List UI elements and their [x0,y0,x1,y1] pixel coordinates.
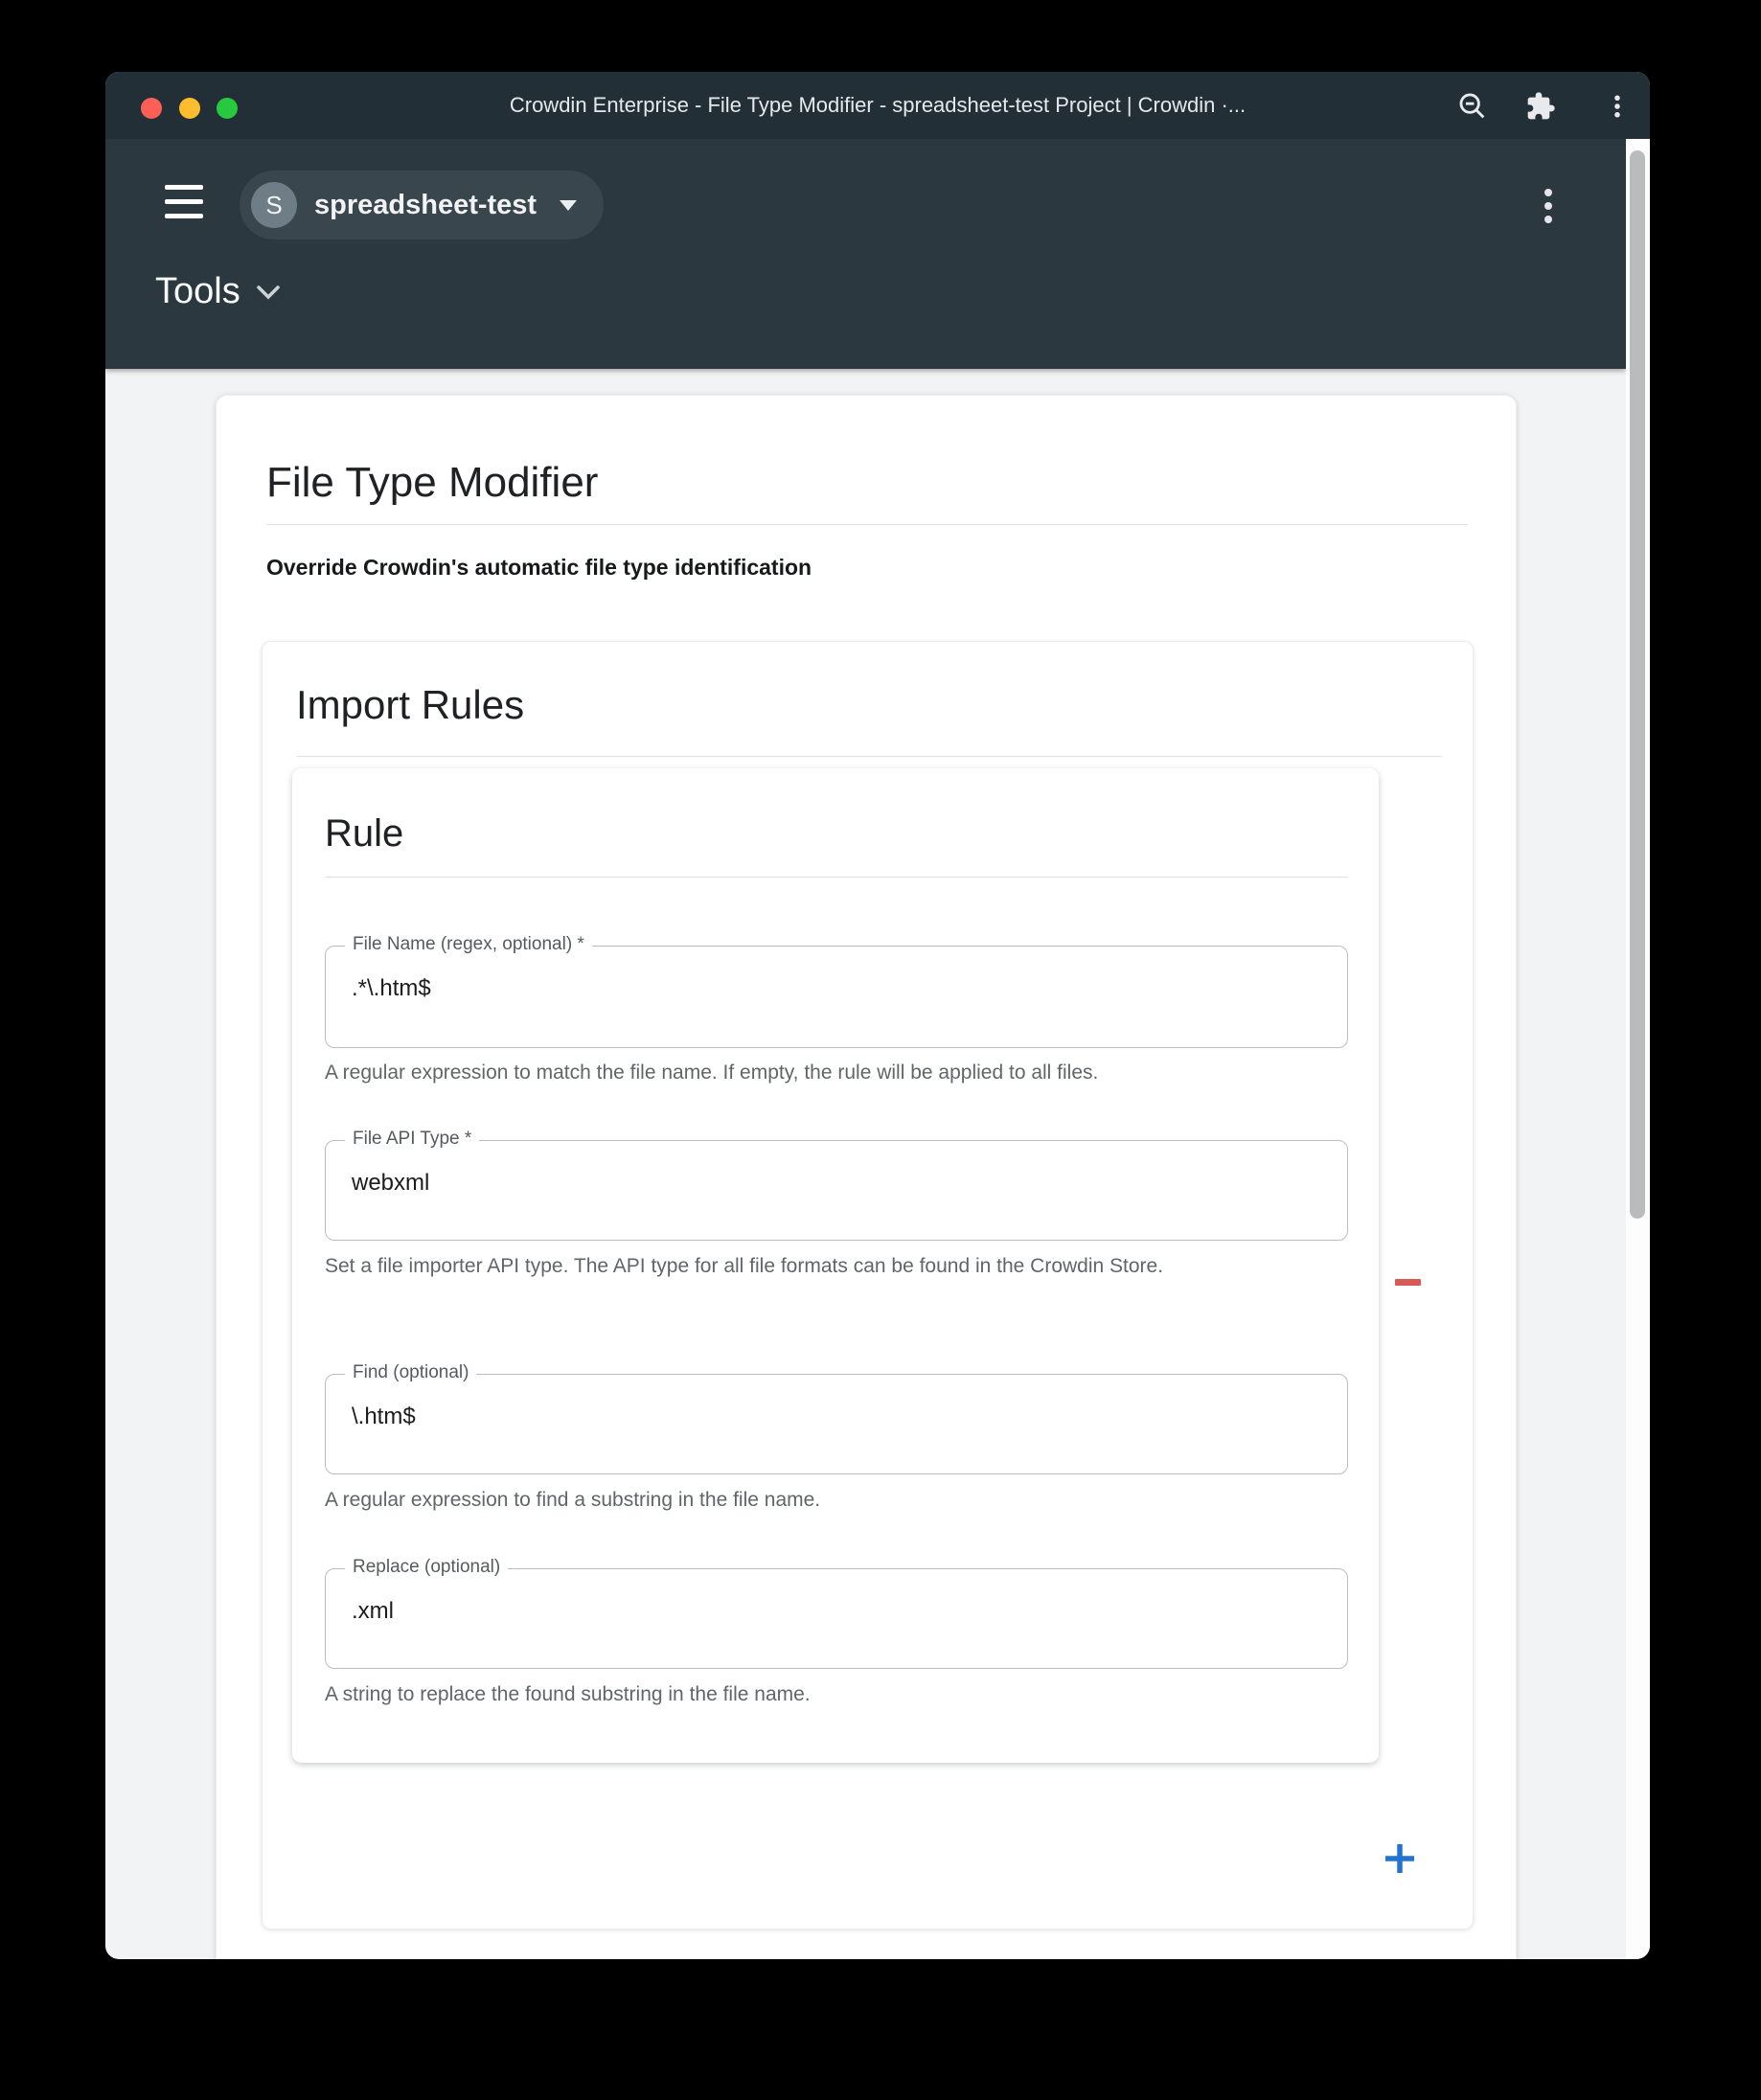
file-name-field: File Name (regex, optional) * .*\.htm$ [325,946,1348,1048]
tools-menu-label: Tools [155,271,240,312]
replace-field: Replace (optional) .xml [325,1568,1348,1669]
chevron-down-icon [256,285,281,300]
plus-icon [1384,1842,1416,1875]
app-header: S spreadsheet-test Tools [105,139,1626,369]
import-rules-card: Import Rules Rule File Name (regex, opti… [262,641,1474,1929]
page-subtitle: Override Crowdin's automatic file type i… [266,555,812,581]
find-field: Find (optional) \.htm$ [325,1374,1348,1474]
replace-helper: A string to replace the found substring … [325,1676,811,1714]
caret-down-icon [560,200,577,211]
file-type-modifier-card: File Type Modifier Override Crowdin's au… [216,395,1517,1959]
page-title: File Type Modifier [266,459,598,507]
import-rules-title: Import Rules [296,682,524,728]
remove-rule-button[interactable] [1386,1261,1429,1303]
divider [296,756,1442,757]
browser-tab-title: Crowdin Enterprise - File Type Modifier … [105,72,1650,139]
project-name: spreadsheet-test [314,190,537,221]
file-api-type-helper: Set a file importer API type. The API ty… [325,1247,1163,1286]
file-name-input[interactable]: .*\.htm$ [326,947,1347,1047]
browser-titlebar: Crowdin Enterprise - File Type Modifier … [105,72,1650,139]
project-switcher[interactable]: S spreadsheet-test [240,171,604,240]
tools-menu[interactable]: Tools [155,271,281,312]
file-api-type-field: File API Type * webxml [325,1140,1348,1241]
divider [325,877,1348,878]
extensions-puzzle-icon[interactable] [1522,88,1559,125]
hamburger-menu-icon[interactable] [165,185,203,219]
file-api-type-input[interactable]: webxml [326,1141,1347,1240]
find-helper: A regular expression to find a substring… [325,1481,820,1519]
page-scrollbar[interactable] [1626,139,1650,1959]
project-avatar: S [251,182,297,228]
minus-icon [1395,1279,1421,1286]
zoom-search-icon[interactable] [1454,88,1491,125]
replace-input[interactable]: .xml [326,1569,1347,1668]
add-rule-button[interactable] [1377,1836,1423,1882]
rule-title: Rule [325,812,403,856]
browser-window: Crowdin Enterprise - File Type Modifier … [105,72,1650,1959]
browser-menu-kebab-icon[interactable] [1599,88,1635,125]
header-kebab-icon[interactable] [1529,177,1567,235]
file-name-helper: A regular expression to match the file n… [325,1054,1098,1092]
find-input[interactable]: \.htm$ [326,1375,1347,1473]
rule-card: Rule File Name (regex, optional) * .*\.h… [292,768,1379,1763]
divider [266,524,1468,525]
scrollbar-thumb[interactable] [1630,150,1645,1219]
